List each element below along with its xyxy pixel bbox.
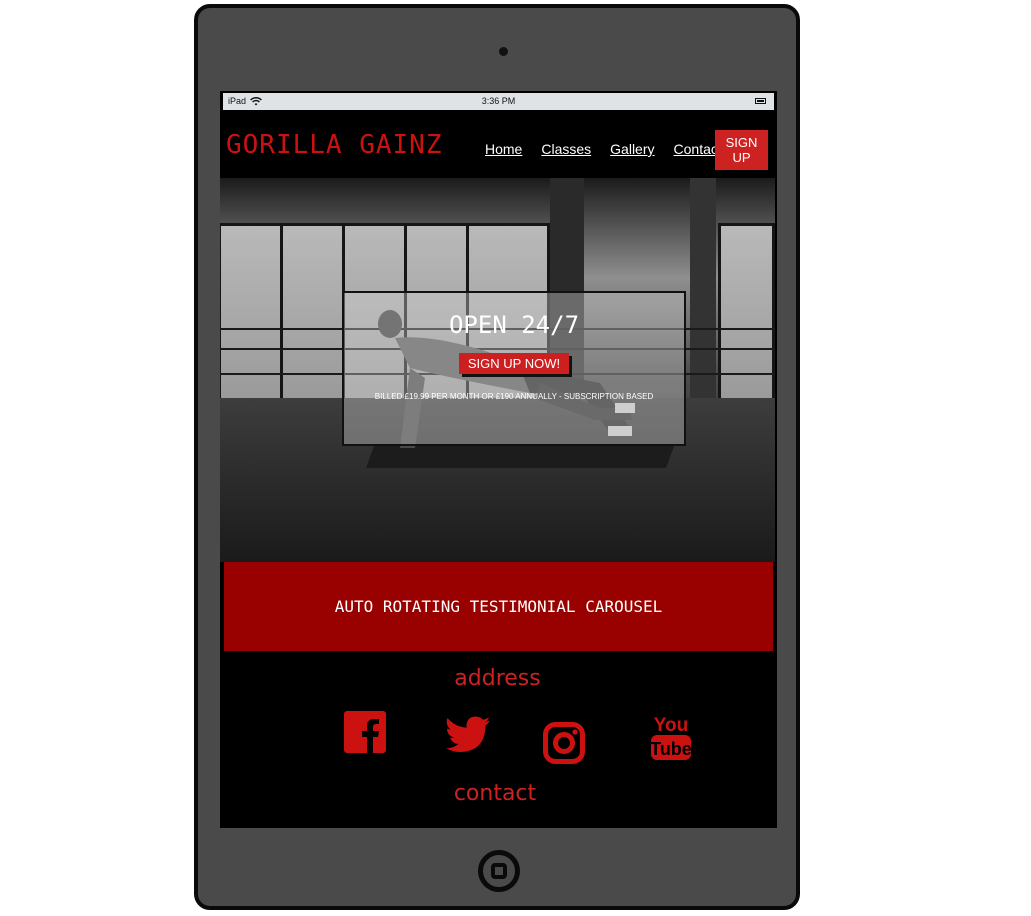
svg-text:You: You <box>654 715 688 736</box>
battery-icon <box>755 98 766 104</box>
faint-background-text <box>106 694 111 715</box>
testimonial-text: AUTO ROTATING TESTIMONIAL CAROUSEL <box>334 597 663 616</box>
hero-image-window <box>718 223 775 403</box>
camera-dot <box>499 47 508 56</box>
hero-image-window <box>220 223 284 403</box>
testimonial-carousel[interactable]: AUTO ROTATING TESTIMONIAL CAROUSEL <box>224 562 773 651</box>
device-screen: iPad 3:36 PM GORILLA GAINZ Home Classes … <box>220 91 777 828</box>
hero-heading: OPEN 24/7 <box>448 311 580 339</box>
nav-link-gallery[interactable]: Gallery <box>610 141 654 157</box>
site-header: GORILLA GAINZ Home Classes Gallery Conta… <box>223 110 774 177</box>
main-nav: Home Classes Gallery Contact <box>485 141 722 157</box>
hero-overlay-card: OPEN 24/7 SIGN UP NOW! BILLED £19.99 PER… <box>342 291 686 446</box>
signup-now-button[interactable]: SIGN UP NOW! <box>458 353 570 374</box>
billing-info: BILLED £19.99 PER MONTH OR £190 ANNUALLY… <box>374 392 654 401</box>
youtube-icon[interactable]: You Tube <box>650 711 692 761</box>
facebook-icon[interactable] <box>344 711 386 753</box>
site-logo[interactable]: GORILLA GAINZ <box>226 130 443 160</box>
home-button[interactable] <box>478 850 520 892</box>
twitter-icon[interactable] <box>446 716 490 754</box>
nav-link-classes[interactable]: Classes <box>541 141 591 157</box>
svg-text:Tube: Tube <box>650 739 692 759</box>
footer-address: address <box>454 666 541 691</box>
ios-status-bar: iPad 3:36 PM <box>223 93 774 110</box>
status-time: 3:36 PM <box>481 96 516 106</box>
hero-image-window <box>280 223 346 403</box>
signup-button[interactable]: SIGN UP <box>715 130 768 170</box>
hero-section: OPEN 24/7 SIGN UP NOW! BILLED £19.99 PER… <box>220 178 775 562</box>
nav-link-home[interactable]: Home <box>485 141 522 157</box>
instagram-icon[interactable] <box>543 722 585 764</box>
footer-contact: contact <box>453 781 537 806</box>
